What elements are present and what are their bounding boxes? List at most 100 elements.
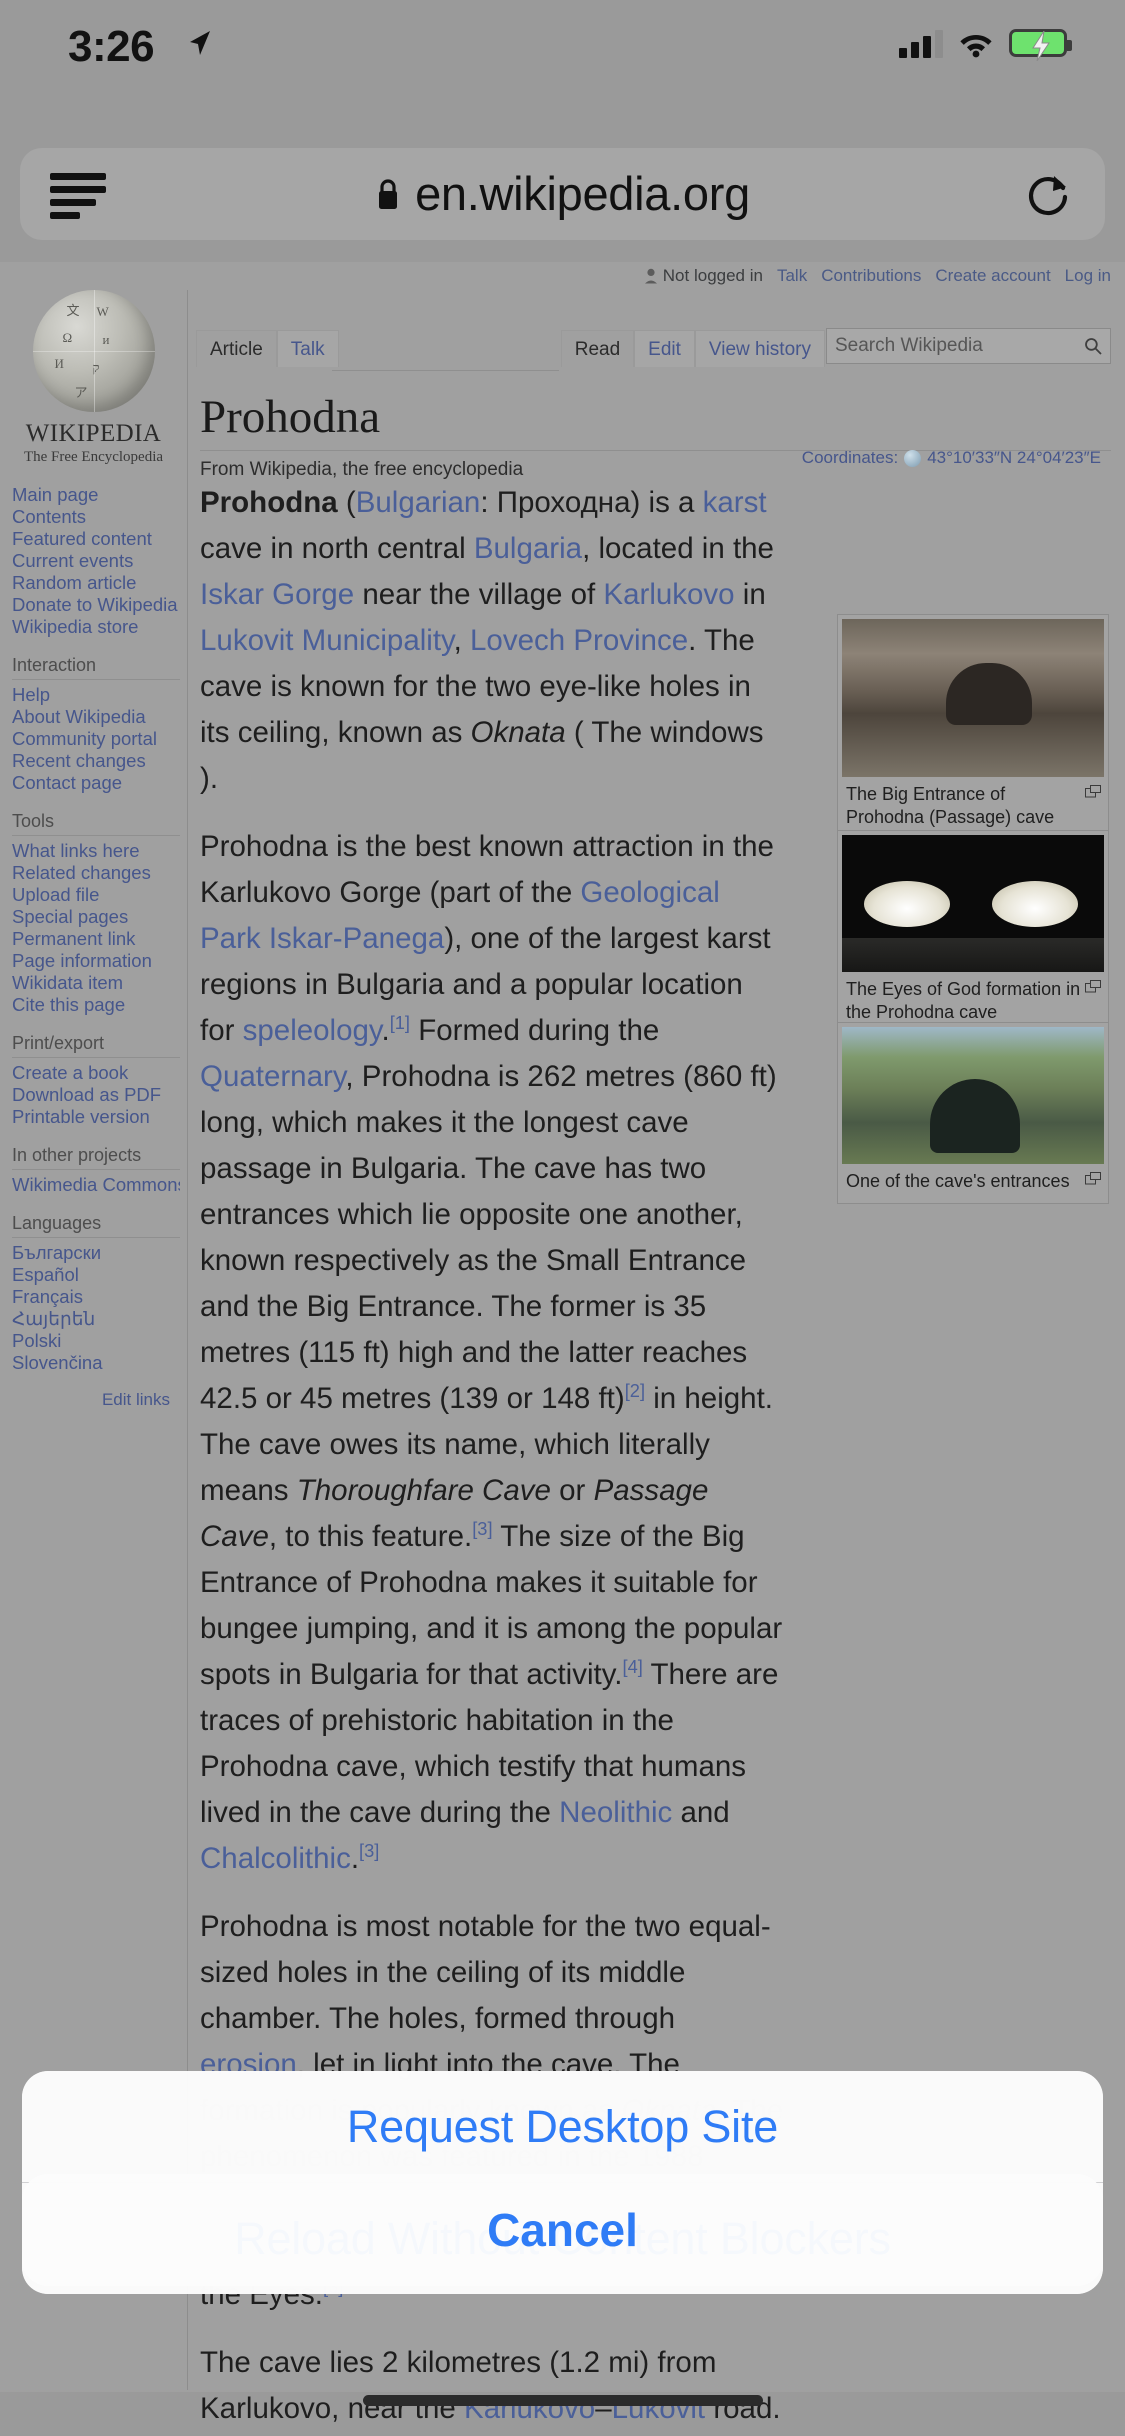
sidebar-item-main-page[interactable]: Main page bbox=[12, 484, 180, 506]
sidebar-item-polski[interactable]: Polski bbox=[12, 1330, 180, 1352]
article-header: Prohodna From Wikipedia, the free encycl… bbox=[200, 390, 1111, 481]
thumbnail-image[interactable] bbox=[842, 835, 1104, 972]
url-display[interactable]: en.wikipedia.org bbox=[20, 166, 1105, 221]
sidebar-item-create-a-book[interactable]: Create a book bbox=[12, 1062, 180, 1084]
sidebar-item-fran-ais[interactable]: Français bbox=[12, 1286, 180, 1308]
thumbnail-cave-entrance[interactable]: One of the cave's entrances bbox=[837, 1022, 1109, 1204]
sidebar-item-permanent-link[interactable]: Permanent link bbox=[12, 928, 180, 950]
cave-arch-shape bbox=[930, 1079, 1020, 1153]
sidebar-item--[interactable]: Հայերեն bbox=[12, 1308, 180, 1330]
sidebar-item-wikipedia-store[interactable]: Wikipedia store bbox=[12, 616, 180, 638]
sidebar-item-what-links-here[interactable]: What links here bbox=[12, 840, 180, 862]
wiki-link[interactable]: karst bbox=[703, 486, 767, 519]
search-input[interactable]: Search Wikipedia bbox=[826, 328, 1111, 364]
status-bar: 3:26 bbox=[0, 0, 1125, 96]
wiki-link[interactable]: Bulgarian bbox=[356, 486, 481, 519]
sidebar-item-random-article[interactable]: Random article bbox=[12, 572, 180, 594]
sidebar-item-cite-this-page[interactable]: Cite this page bbox=[12, 994, 180, 1016]
view-tabs[interactable]: Read Edit View history bbox=[560, 330, 825, 367]
personal-link-create-account[interactable]: Create account bbox=[935, 266, 1050, 286]
reference-marker[interactable]: [3] bbox=[359, 1840, 379, 1861]
globe-icon bbox=[904, 449, 922, 467]
namespace-tabs[interactable]: Article Talk bbox=[196, 330, 339, 367]
cave-opening-shape bbox=[946, 663, 1032, 725]
reference-marker[interactable]: [1] bbox=[390, 1012, 410, 1033]
wiki-link[interactable]: Neolithic bbox=[559, 1796, 672, 1829]
eye-hole-right bbox=[992, 881, 1078, 927]
personal-link-log-in[interactable]: Log in bbox=[1065, 266, 1111, 286]
search-icon[interactable] bbox=[1084, 337, 1102, 355]
sidebar-heading: Print/export bbox=[12, 1033, 180, 1058]
wiki-link[interactable]: Geological Park Iskar-Panega bbox=[200, 876, 720, 955]
sidebar-portal-navigation: Main page Contents Featured content Current… bbox=[12, 484, 180, 638]
edit-links-button[interactable]: Edit links bbox=[12, 1390, 180, 1410]
personal-link-talk[interactable]: Talk bbox=[777, 266, 807, 286]
thumbnail-image[interactable] bbox=[842, 1027, 1104, 1164]
coordinates[interactable]: Coordinates: 43°10′33″N 24°04′23″E bbox=[802, 448, 1101, 468]
sidebar-item-sloven-ina[interactable]: Slovenčina bbox=[12, 1352, 180, 1374]
reference-marker[interactable]: [2] bbox=[625, 1380, 645, 1401]
sidebar-item-special-pages[interactable]: Special pages bbox=[12, 906, 180, 928]
sidebar-item-printable-version[interactable]: Printable version bbox=[12, 1106, 180, 1128]
sidebar-item-featured-content[interactable]: Featured content bbox=[12, 528, 180, 550]
search-placeholder: Search Wikipedia bbox=[835, 335, 983, 356]
sidebar-item-wikimedia-commons[interactable]: Wikimedia Commons bbox=[12, 1174, 180, 1196]
caption-text: One of the cave's entrances bbox=[846, 1171, 1070, 1191]
coordinates-value[interactable]: 43°10′33″N 24°04′23″E bbox=[927, 448, 1101, 468]
sidebar-item-page-information[interactable]: Page information bbox=[12, 950, 180, 972]
cancel-label: Cancel bbox=[487, 2204, 638, 2256]
wifi-icon bbox=[960, 35, 992, 58]
sidebar-item-current-events[interactable]: Current events bbox=[12, 550, 180, 572]
tab-article[interactable]: Article bbox=[196, 330, 277, 367]
magnify-icon[interactable] bbox=[1085, 1172, 1101, 1185]
wiki-link[interactable]: speleology bbox=[243, 1014, 382, 1047]
location-arrow-icon bbox=[190, 31, 210, 55]
wikipedia-sidebar[interactable]: Main page Contents Featured content Current… bbox=[12, 484, 180, 1391]
sidebar-item-donate-to-wikipedia[interactable]: Donate to Wikipedia bbox=[12, 594, 180, 616]
thumbnail-image[interactable] bbox=[842, 619, 1104, 777]
paragraph: The cave lies 2 kilometres (1.2 mi) from… bbox=[200, 2346, 781, 2425]
sidebar-item-contents[interactable]: Contents bbox=[12, 506, 180, 528]
sidebar-item-contact-page[interactable]: Contact page bbox=[12, 772, 180, 794]
wiki-link[interactable]: Quaternary bbox=[200, 1060, 345, 1093]
sidebar-item-related-changes[interactable]: Related changes bbox=[12, 862, 180, 884]
wiki-link[interactable]: Bulgaria bbox=[474, 532, 582, 565]
wiki-link[interactable]: Chalcolithic bbox=[200, 1842, 351, 1875]
wikipedia-logo[interactable]: 文 W Ω и И ק ア WIKIPEDIA The Free Encyclo… bbox=[16, 290, 171, 466]
reference-marker[interactable]: [3] bbox=[472, 1518, 492, 1539]
sidebar-item--[interactable]: Български bbox=[12, 1242, 180, 1264]
cancel-button[interactable]: Cancel bbox=[22, 2174, 1103, 2286]
sidebar-item-about-wikipedia[interactable]: About Wikipedia bbox=[12, 706, 180, 728]
tab-read[interactable]: Read bbox=[560, 330, 635, 367]
wiki-link[interactable]: Karlukovo bbox=[603, 578, 734, 611]
tab-edit[interactable]: Edit bbox=[634, 330, 695, 367]
magnify-icon[interactable] bbox=[1085, 785, 1101, 798]
sidebar-item-wikidata-item[interactable]: Wikidata item bbox=[12, 972, 180, 994]
request-desktop-site-button[interactable]: Request Desktop Site bbox=[22, 2071, 1103, 2182]
sidebar-heading: Interaction bbox=[12, 655, 180, 680]
magnify-icon[interactable] bbox=[1085, 980, 1101, 993]
status-time: 3:26 bbox=[68, 22, 155, 71]
sidebar-item-download-as-pdf[interactable]: Download as PDF bbox=[12, 1084, 180, 1106]
tab-view-history[interactable]: View history bbox=[694, 330, 825, 367]
sidebar-item-community-portal[interactable]: Community portal bbox=[12, 728, 180, 750]
sidebar-item-espa-ol[interactable]: Español bbox=[12, 1264, 180, 1286]
url-text: en.wikipedia.org bbox=[415, 167, 750, 220]
paragraph: Prohodna (Bulgarian: Проходна) is a kars… bbox=[200, 486, 774, 795]
tab-talk[interactable]: Talk bbox=[276, 330, 339, 367]
wiki-link[interactable]: Lovech Province bbox=[470, 624, 688, 657]
sidebar-item-help[interactable]: Help bbox=[12, 684, 180, 706]
iphone-screen: 3:26 en.wikipedia.org Not logged in Talk… bbox=[0, 0, 1125, 2436]
reload-icon[interactable] bbox=[1025, 170, 1075, 220]
wiki-link[interactable]: Iskar Gorge bbox=[200, 578, 354, 611]
address-bar[interactable]: en.wikipedia.org bbox=[20, 148, 1105, 240]
page-title: Prohodna bbox=[200, 390, 1111, 451]
wiki-link[interactable]: Lukovit Municipality bbox=[200, 624, 454, 657]
sidebar-item-recent-changes[interactable]: Recent changes bbox=[12, 750, 180, 772]
sidebar-item-upload-file[interactable]: Upload file bbox=[12, 884, 180, 906]
home-indicator[interactable] bbox=[362, 2395, 763, 2406]
reference-marker[interactable]: [4] bbox=[622, 1656, 642, 1677]
thumbnail-eyes-of-god[interactable]: The Eyes of God formation in the Prohodn… bbox=[837, 830, 1109, 1035]
personal-link-contributions[interactable]: Contributions bbox=[821, 266, 921, 286]
sidebar-heading: In other projects bbox=[12, 1145, 180, 1170]
